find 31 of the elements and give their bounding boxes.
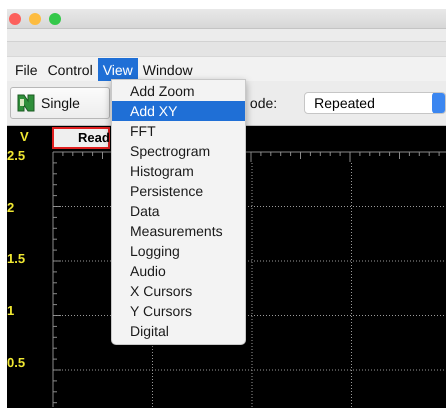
menu-item[interactable]: Add Zoom: [112, 81, 245, 101]
zoom-button[interactable]: [49, 12, 61, 24]
menu-item[interactable]: Data: [112, 201, 245, 221]
unit-label: V: [19, 128, 30, 146]
stepper-icon[interactable]: [432, 93, 445, 113]
menu-item[interactable]: Add XY: [112, 101, 245, 121]
menu-item[interactable]: Persistence: [112, 181, 245, 201]
axis-label: 1.5: [7, 252, 26, 266]
axis-label: 1: [7, 304, 14, 318]
menu-item[interactable]: Digital: [112, 321, 245, 341]
menu-item[interactable]: Histogram: [112, 161, 245, 181]
menu-bar-item[interactable]: Control: [42, 58, 98, 82]
axis-label: 2.5: [7, 148, 26, 163]
axis-label: 0.5: [7, 356, 26, 370]
menu-item[interactable]: X Cursors: [112, 281, 245, 301]
menu-item[interactable]: Measurements: [112, 221, 245, 241]
minimize-button[interactable]: [29, 12, 41, 24]
menu-bar-item[interactable]: File: [10, 58, 43, 82]
menu-bar-item[interactable]: Window: [138, 58, 198, 82]
mode-select[interactable]: Repeated: [304, 92, 446, 114]
axis-label: 2: [7, 200, 14, 215]
close-button[interactable]: [9, 12, 21, 24]
mode-label: ode:: [250, 95, 278, 111]
menu-item[interactable]: Logging: [112, 241, 245, 261]
menu-item[interactable]: Audio: [112, 261, 245, 281]
single-button[interactable]: Single: [10, 87, 110, 119]
trigger-icon: [17, 93, 35, 113]
menu-item[interactable]: Spectrogram: [112, 141, 245, 161]
menu-item[interactable]: Y Cursors: [112, 301, 245, 321]
menu-bar-item[interactable]: View: [98, 58, 138, 82]
menu-item[interactable]: FFT: [112, 121, 245, 141]
